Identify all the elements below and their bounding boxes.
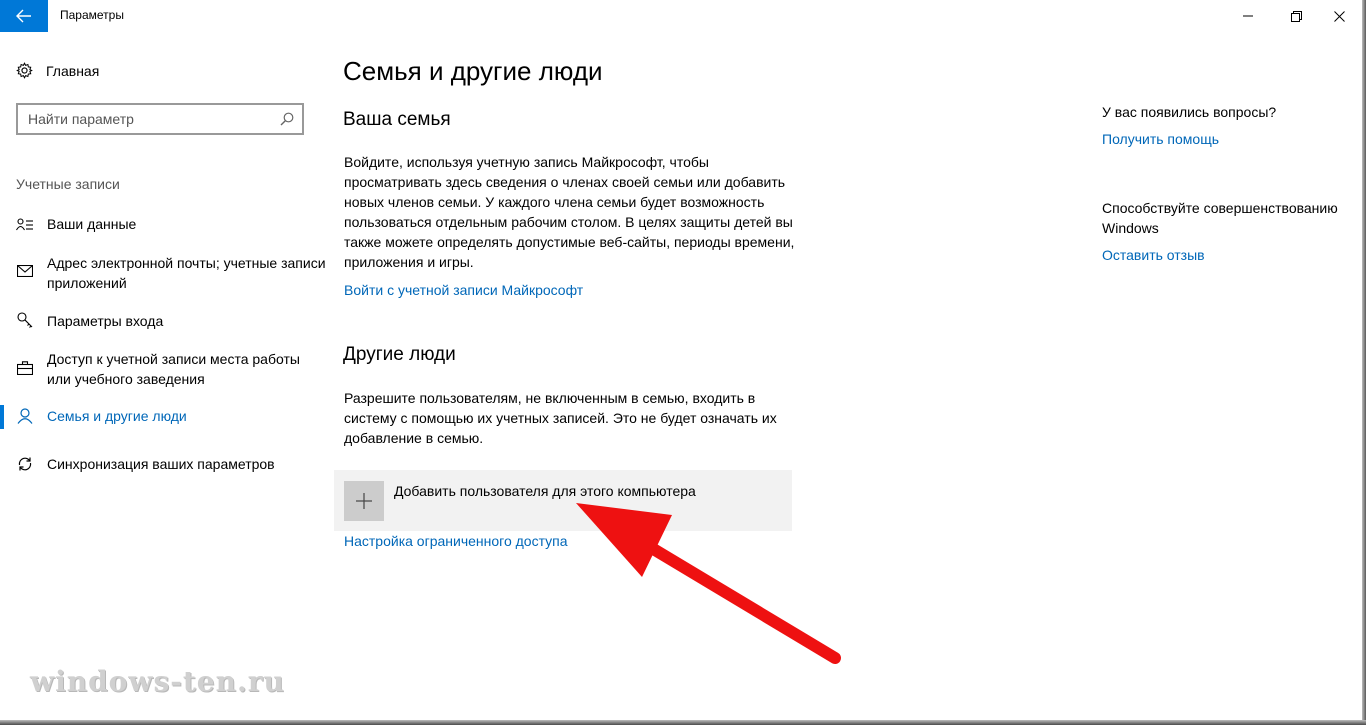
home-nav-item[interactable]: Главная	[16, 62, 99, 79]
other-people-description: Разрешите пользователям, не включенным в…	[344, 390, 777, 446]
key-icon	[16, 312, 34, 330]
sidebar-item-label: Семья и другие люди	[47, 408, 187, 424]
search-icon[interactable]	[280, 112, 294, 126]
microsoft-signin-link[interactable]: Войти с учетной записи Майкрософт	[344, 282, 583, 298]
family-description: Войдите, используя учетную запись Майкро…	[344, 154, 795, 270]
sidebar: Главная Найти параметр Учетные записи Ва…	[0, 32, 330, 712]
search-input[interactable]: Найти параметр	[16, 103, 304, 135]
sidebar-item-sync[interactable]: Синхронизация ваших параметров	[0, 453, 330, 477]
settings-window: Параметры Главная Найти параметр Учетные…	[0, 0, 1366, 725]
close-icon	[1333, 10, 1345, 22]
window-shadow-bottom	[0, 720, 1366, 725]
sidebar-item-label: Ваши данные	[47, 216, 137, 232]
restore-icon	[1290, 10, 1302, 22]
sidebar-item-sign-in-options[interactable]: Параметры входа	[0, 311, 330, 335]
sidebar-item-your-info[interactable]: Ваши данные	[0, 214, 330, 238]
back-arrow-icon	[16, 9, 31, 23]
plus-icon	[344, 481, 384, 521]
restore-button[interactable]	[1273, 0, 1319, 32]
sidebar-item-work-access[interactable]: Доступ к учетной записи места работы или…	[0, 349, 330, 391]
sidebar-item-label: Адрес электронной почты; учетные записи …	[47, 255, 326, 291]
briefcase-icon	[16, 359, 34, 377]
search-placeholder: Найти параметр	[28, 111, 134, 127]
person-card-icon	[16, 216, 34, 234]
assigned-access-link[interactable]: Настройка ограниченного доступа	[344, 533, 568, 549]
other-people-heading: Другие люди	[343, 344, 456, 365]
window-title: Параметры	[60, 8, 124, 22]
sidebar-item-label: Синхронизация ваших параметров	[47, 456, 275, 472]
sync-icon	[16, 455, 34, 473]
person-icon	[16, 407, 34, 425]
watermark-text: windows-ten.ru	[30, 665, 285, 698]
sidebar-item-label: Доступ к учетной записи места работы или…	[47, 351, 300, 387]
close-button[interactable]	[1316, 0, 1362, 32]
annotation-arrow-icon	[576, 503, 841, 664]
back-button[interactable]	[0, 0, 48, 32]
gear-icon	[16, 62, 33, 79]
sidebar-item-family[interactable]: Семья и другие люди	[0, 405, 330, 429]
improve-windows-text: Способствуйте совершенствованию Windows	[1102, 200, 1338, 236]
get-help-link[interactable]: Получить помощь	[1102, 131, 1219, 147]
home-label: Главная	[46, 62, 100, 79]
questions-text: У вас появились вопросы?	[1102, 104, 1277, 120]
mail-icon	[16, 262, 34, 280]
section-label-accounts: Учетные записи	[16, 176, 120, 192]
minimize-icon	[1243, 15, 1253, 17]
page-title: Семья и другие люди	[343, 56, 603, 86]
title-bar: Параметры	[0, 0, 1362, 32]
window-shadow-right	[1362, 0, 1366, 725]
family-heading: Ваша семья	[343, 109, 451, 130]
feedback-link[interactable]: Оставить отзыв	[1102, 247, 1205, 263]
sidebar-item-email-accounts[interactable]: Адрес электронной почты; учетные записи …	[0, 253, 330, 295]
sidebar-item-label: Параметры входа	[47, 313, 164, 329]
minimize-button[interactable]	[1225, 0, 1271, 32]
active-indicator	[0, 405, 4, 429]
